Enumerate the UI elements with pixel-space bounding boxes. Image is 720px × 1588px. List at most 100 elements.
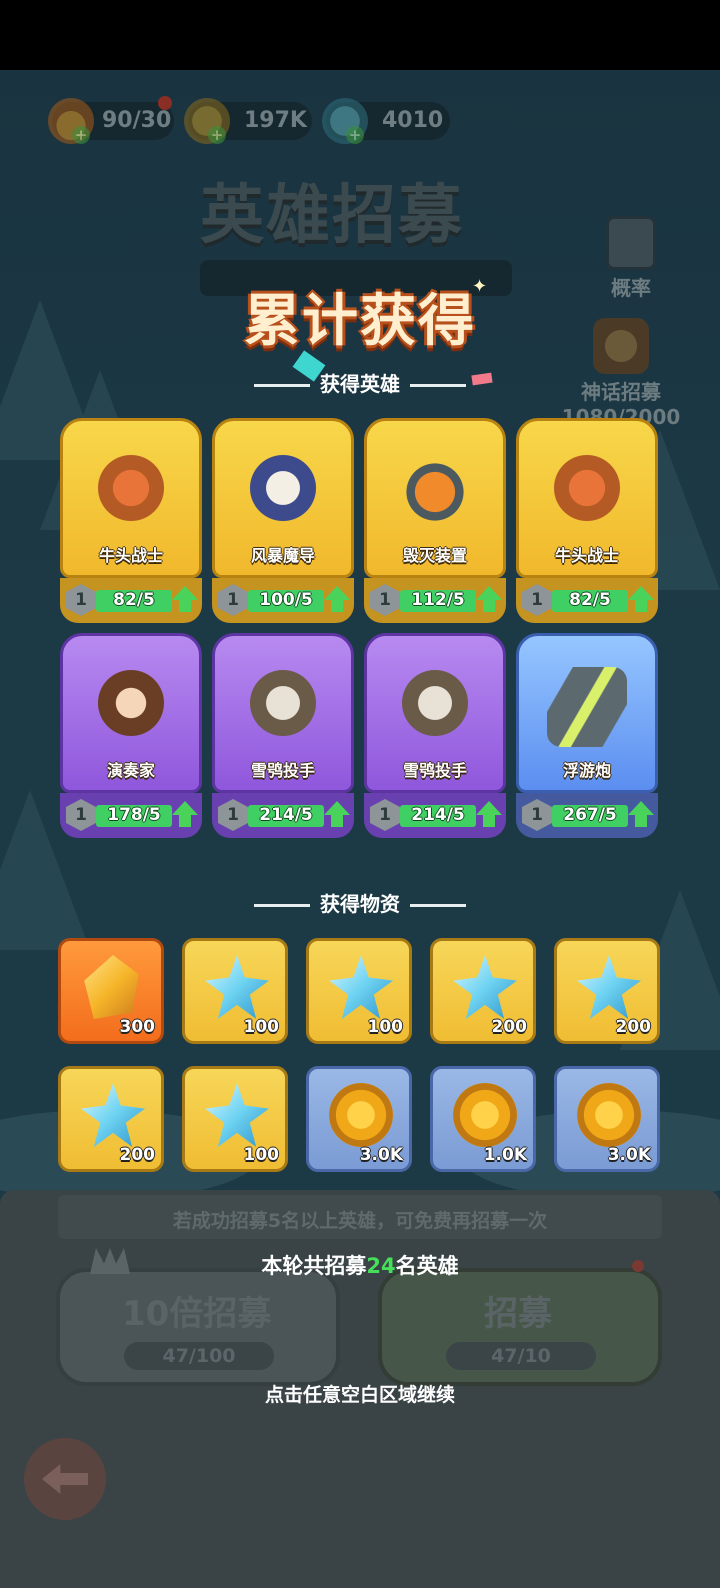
- upgrade-arrow-icon: [172, 586, 198, 600]
- heroes-section-header: 获得英雄: [0, 368, 720, 397]
- summary-count: 24: [366, 1254, 396, 1278]
- hero-card[interactable]: 演奏家 1 178/5: [60, 633, 202, 838]
- back-arrow-icon: [42, 1464, 88, 1494]
- item-quantity: 300: [119, 1017, 156, 1037]
- ten-recruit-label: 10倍招募: [122, 1294, 272, 1334]
- item-tile[interactable]: 100: [182, 1066, 288, 1172]
- item-tile[interactable]: 3.0K: [554, 1066, 660, 1172]
- divider-left: [254, 904, 310, 907]
- hero-name: 牛头战士: [98, 546, 163, 565]
- upgrade-arrow-icon: [476, 586, 502, 600]
- result-title: 累计获得: [244, 289, 476, 354]
- level-value: 1: [227, 590, 239, 610]
- upgrade-arrow-stem: [635, 600, 647, 612]
- hero-name: 浮游炮: [562, 761, 611, 780]
- item-quantity: 100: [243, 1017, 280, 1037]
- upgrade-arrow-icon: [324, 586, 350, 600]
- recruit-page-title: 英雄招募: [200, 179, 464, 253]
- hero-card[interactable]: 牛头战士 1 82/5: [516, 418, 658, 623]
- item-quantity: 3.0K: [359, 1145, 403, 1165]
- add-crystal-icon[interactable]: +: [346, 126, 364, 144]
- stamina-value: 90/30: [102, 108, 172, 133]
- hero-name: 毁灭装置: [402, 546, 467, 565]
- amber-crystal-icon: [84, 955, 139, 1019]
- minotaur-icon: [91, 452, 171, 532]
- add-stamina-icon[interactable]: +: [72, 126, 90, 144]
- single-recruit-cost: 47/10: [446, 1342, 596, 1370]
- item-tile[interactable]: 200: [58, 1066, 164, 1172]
- hero-shard-count: 178/5: [107, 805, 161, 825]
- level-value: 1: [75, 590, 87, 610]
- hero-shard-count: 214/5: [259, 805, 313, 825]
- recruit-summary: 本轮共招募24名英雄: [0, 1250, 720, 1280]
- hero-name: 演奏家: [106, 761, 155, 780]
- hero-shard-count: 112/5: [411, 590, 465, 610]
- gold-coin-icon: [577, 1083, 641, 1147]
- upgrade-arrow-icon: [476, 801, 502, 815]
- upgrade-arrow-icon: [628, 801, 654, 815]
- stamina-counter[interactable]: + 90/30: [48, 98, 174, 144]
- floating-cannon-icon: [547, 667, 627, 747]
- ten-recruit-button[interactable]: 10倍招募 47/100: [56, 1268, 340, 1386]
- gold-counter[interactable]: + 197K: [184, 98, 312, 144]
- hero-shard-count: 82/5: [569, 590, 611, 610]
- items-section-header: 获得物资: [0, 888, 720, 917]
- hero-name: 风暴魔导: [250, 546, 315, 565]
- divider-right: [410, 384, 466, 387]
- item-tile[interactable]: 100: [182, 938, 288, 1044]
- crystal-value: 4010: [382, 108, 444, 133]
- single-recruit-button[interactable]: 招募 47/10: [378, 1268, 662, 1386]
- owl-thrower-icon: [395, 667, 475, 747]
- item-quantity: 3.0K: [607, 1145, 651, 1165]
- item-tile[interactable]: 3.0K: [306, 1066, 412, 1172]
- hero-shard-count: 267/5: [563, 805, 617, 825]
- owl-thrower-icon: [243, 667, 323, 747]
- item-quantity: 200: [615, 1017, 652, 1037]
- items-section-title: 获得物资: [320, 892, 400, 916]
- game-screen[interactable]: + 90/30 + 197K + 4010 英雄招募 概率 神话招募 1080/…: [0, 70, 720, 1588]
- hero-card[interactable]: 风暴魔导 1 100/5: [212, 418, 354, 623]
- hero-name: 雪鸮投手: [250, 761, 315, 780]
- divider-right: [410, 904, 466, 907]
- tap-to-continue-text: 点击任意空白区域继续: [264, 1384, 455, 1406]
- ten-recruit-cost: 47/100: [124, 1342, 274, 1370]
- divider-left: [254, 384, 310, 387]
- gold-value: 197K: [244, 108, 307, 133]
- upgrade-arrow-stem: [635, 815, 647, 827]
- upgrade-arrow-icon: [324, 801, 350, 815]
- blue-crystal-icon: [329, 955, 393, 1019]
- hero-card[interactable]: 雪鸮投手 1 214/5: [364, 633, 506, 838]
- level-value: 1: [379, 590, 391, 610]
- hero-shard-count: 214/5: [411, 805, 465, 825]
- add-gold-icon[interactable]: +: [208, 126, 226, 144]
- item-tile[interactable]: 200: [430, 938, 536, 1044]
- document-icon: [606, 216, 656, 270]
- hero-card[interactable]: 浮游炮 1 267/5: [516, 633, 658, 838]
- hero-name: 牛头战士: [554, 546, 619, 565]
- hero-shard-count: 82/5: [113, 590, 155, 610]
- item-tile[interactable]: 100: [306, 938, 412, 1044]
- single-recruit-label: 招募: [484, 1294, 552, 1334]
- wizard-icon: [243, 452, 323, 532]
- hero-card[interactable]: 毁灭装置 1 112/5: [364, 418, 506, 623]
- hero-shard-count: 100/5: [259, 590, 313, 610]
- sparkle-icon: ✦: [472, 276, 488, 297]
- heroes-section-title: 获得英雄: [320, 372, 400, 396]
- level-value: 1: [531, 805, 543, 825]
- blue-crystal-icon: [81, 1083, 145, 1147]
- upgrade-arrow-stem: [483, 815, 495, 827]
- crystal-counter[interactable]: + 4010: [322, 98, 450, 144]
- item-tile[interactable]: 300: [58, 938, 164, 1044]
- free-recruit-hint: 若成功招募5名以上英雄，可免费再招募一次: [172, 1210, 548, 1232]
- level-value: 1: [75, 805, 87, 825]
- item-quantity: 1.0K: [483, 1145, 527, 1165]
- hero-card[interactable]: 雪鸮投手 1 214/5: [212, 633, 354, 838]
- hero-card[interactable]: 牛头战士 1 82/5: [60, 418, 202, 623]
- gold-coin-icon: [329, 1083, 393, 1147]
- back-button[interactable]: [24, 1438, 106, 1520]
- hero-name: 雪鸮投手: [402, 761, 467, 780]
- item-tile[interactable]: 1.0K: [430, 1066, 536, 1172]
- upgrade-arrow-stem: [179, 600, 191, 612]
- item-quantity: 100: [243, 1145, 280, 1165]
- item-tile[interactable]: 200: [554, 938, 660, 1044]
